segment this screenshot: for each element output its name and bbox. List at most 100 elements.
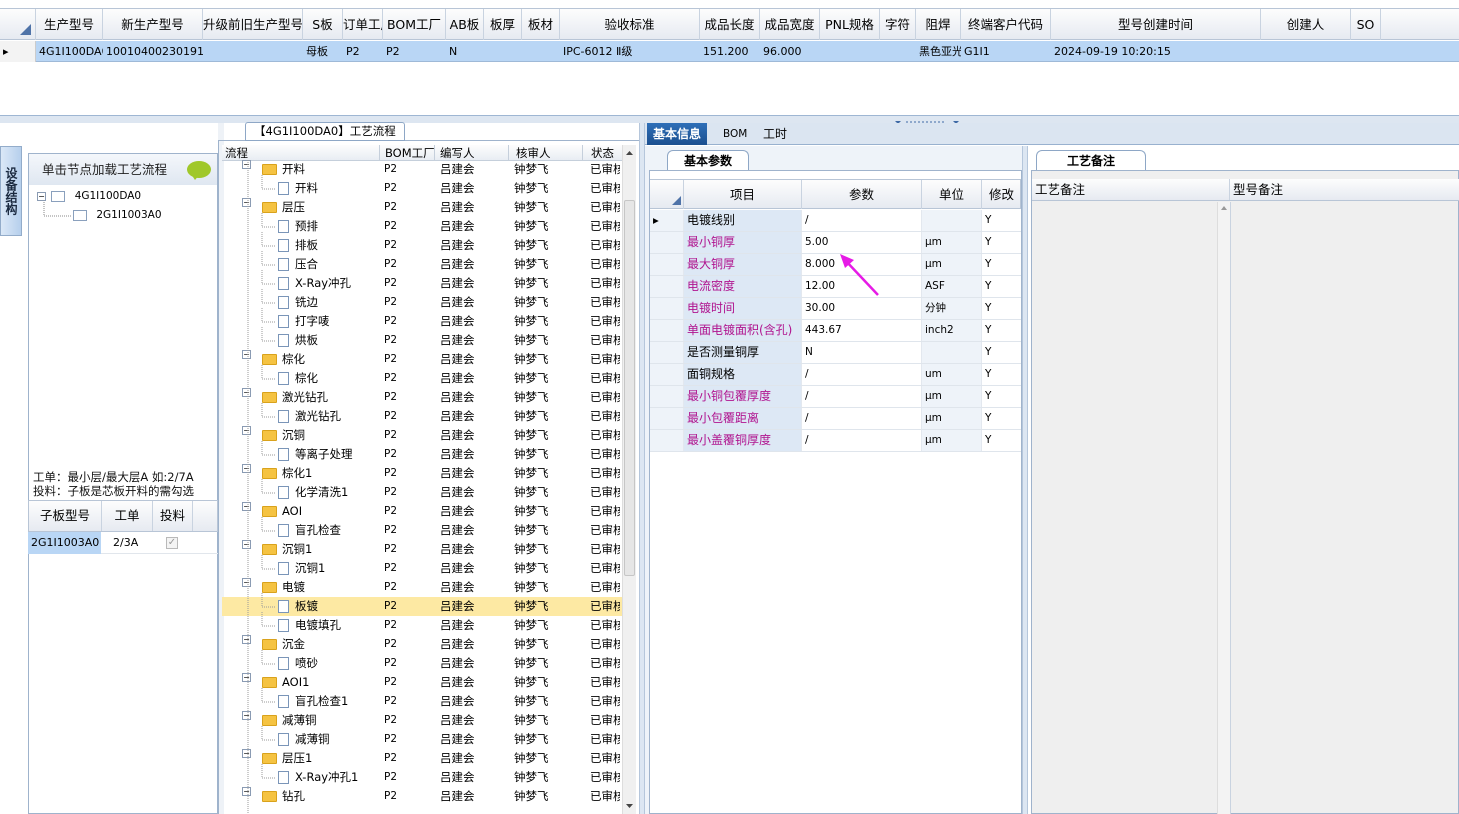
col-param[interactable]: 参数	[802, 180, 922, 209]
process-row[interactable]: − 沉铜1 P2 吕建会 钟梦飞 已审核	[222, 540, 622, 559]
col-sub-model[interactable]: 子板型号	[29, 501, 102, 531]
process-row[interactable]: − 钻孔 P2 吕建会 钟梦飞 已审核	[222, 787, 622, 806]
col-header[interactable]: AB板	[446, 9, 484, 40]
process-row[interactable]: 等离子处理 P2 吕建会 钟梦飞 已审核	[222, 445, 622, 464]
param-row[interactable]: 面铜规格 / um Y	[650, 364, 1021, 386]
process-row[interactable]: 喷砂 P2 吕建会 钟梦飞 已审核	[222, 654, 622, 673]
feed-checkbox[interactable]: ✓	[166, 537, 178, 549]
process-row[interactable]: 电镀填孔 P2 吕建会 钟梦飞 已审核	[222, 616, 622, 635]
process-row[interactable]: 排板 P2 吕建会 钟梦飞 已审核	[222, 236, 622, 255]
process-row[interactable]: − 沉铜 P2 吕建会 钟梦飞 已审核	[222, 426, 622, 445]
param-value[interactable]: N	[802, 342, 922, 363]
col-order[interactable]: 工单	[102, 501, 153, 531]
process-row[interactable]: X-Ray冲孔 P2 吕建会 钟梦飞 已审核	[222, 274, 622, 293]
col-header[interactable]: BOM工厂	[383, 9, 446, 40]
col-header[interactable]: S板	[303, 9, 343, 40]
process-row[interactable]: 沉铜1 P2 吕建会 钟梦飞 已审核	[222, 559, 622, 578]
note-scrollbar[interactable]	[1217, 202, 1230, 814]
process-row[interactable]: 开料 P2 吕建会 钟梦飞 已审核	[222, 179, 622, 198]
col-header[interactable]: SO	[1351, 9, 1381, 40]
scroll-down-icon[interactable]	[623, 800, 637, 812]
collapse-icon[interactable]: −	[37, 191, 46, 201]
process-row[interactable]: − 层压 P2 吕建会 钟梦飞 已审核	[222, 198, 622, 217]
col-header[interactable]: 型号创建时间	[1051, 9, 1261, 40]
process-row[interactable]: 盲孔检查 P2 吕建会 钟梦飞 已审核	[222, 521, 622, 540]
param-row[interactable]: 最小铜包覆厚度 / μm Y	[650, 386, 1021, 408]
col-process-note[interactable]: 工艺备注	[1032, 179, 1230, 200]
tree-node-root[interactable]: − 4G1I100DA0	[37, 190, 141, 202]
param-row[interactable]: ▸ 电镀线别 / Y	[650, 210, 1021, 232]
col-header[interactable]: 板材	[522, 9, 560, 40]
process-row[interactable]: 压合 P2 吕建会 钟梦飞 已审核	[222, 255, 622, 274]
col-flow[interactable]: 流程	[222, 145, 380, 161]
right-splitter[interactable]	[1022, 146, 1028, 814]
param-row[interactable]: 单面电镀面积(含孔) 443.67 inch2 Y	[650, 320, 1021, 342]
col-bom-factory[interactable]: BOM工厂	[380, 145, 435, 161]
process-row[interactable]: 减薄铜 P2 吕建会 钟梦飞 已审核	[222, 730, 622, 749]
process-row[interactable]: − 层压1 P2 吕建会 钟梦飞 已审核	[222, 749, 622, 768]
param-value[interactable]: 30.00	[802, 298, 922, 319]
process-row[interactable]: 打字唛 P2 吕建会 钟梦飞 已审核	[222, 312, 622, 331]
process-row[interactable]: 铣边 P2 吕建会 钟梦飞 已审核	[222, 293, 622, 312]
col-header[interactable]: 字符	[880, 9, 916, 40]
process-row[interactable]: − 激光钻孔 P2 吕建会 钟梦飞 已审核	[222, 388, 622, 407]
col-header[interactable]: 新生产型号	[103, 9, 203, 40]
tab-bom[interactable]: BOM	[717, 123, 753, 145]
param-value[interactable]: /	[802, 386, 922, 407]
process-row[interactable]: − 减薄铜 P2 吕建会 钟梦飞 已审核	[222, 711, 622, 730]
param-value[interactable]: 443.67	[802, 320, 922, 341]
col-feed[interactable]: 投料	[153, 501, 193, 531]
col-header[interactable]: 阻焊	[916, 9, 961, 40]
param-row[interactable]: 电镀时间 30.00 分钟 Y	[650, 298, 1021, 320]
scroll-up-icon[interactable]	[623, 147, 637, 159]
process-row[interactable]: 预排 P2 吕建会 钟梦飞 已审核	[222, 217, 622, 236]
process-row[interactable]: − 电镀 P2 吕建会 钟梦飞 已审核	[222, 578, 622, 597]
params-corner[interactable]	[650, 180, 684, 209]
param-value[interactable]: /	[802, 364, 922, 385]
table-row[interactable]: ▸ 4G1I100DA0 10010400230191 母板 P2 P2 N IPC-601…	[0, 41, 1459, 62]
splitter[interactable]	[0, 116, 1459, 124]
param-value[interactable]: /	[802, 408, 922, 429]
col-header[interactable]: 终端客户代码	[961, 9, 1051, 40]
process-row[interactable]: − 开料 P2 吕建会 钟梦飞 已审核	[222, 160, 622, 179]
col-model-note[interactable]: 型号备注	[1230, 179, 1459, 200]
tab-device-structure[interactable]: 设备结构	[0, 146, 22, 236]
param-row[interactable]: 最小盖覆铜厚度 / μm Y	[650, 430, 1021, 452]
col-writer[interactable]: 编写人	[435, 145, 509, 161]
param-row[interactable]: 最小包覆距离 / μm Y	[650, 408, 1021, 430]
col-header[interactable]: 订单工厂	[343, 9, 383, 40]
col-header[interactable]: 成品长度	[700, 9, 760, 40]
col-header[interactable]: PNL规格	[820, 9, 880, 40]
process-row[interactable]: 盲孔检查1 P2 吕建会 钟梦飞 已审核	[222, 692, 622, 711]
grid-corner[interactable]	[0, 9, 36, 40]
param-value[interactable]: /	[802, 210, 922, 231]
process-row[interactable]: − 棕化1 P2 吕建会 钟梦飞 已审核	[222, 464, 622, 483]
col-header[interactable]: 生产型号	[36, 9, 103, 40]
col-header[interactable]: 板厚	[484, 9, 522, 40]
col-edit[interactable]: 修改	[982, 180, 1021, 209]
param-value[interactable]: /	[802, 430, 922, 451]
process-row[interactable]: − 沉金 P2 吕建会 钟梦飞 已审核	[222, 635, 622, 654]
col-header[interactable]: 成品宽度	[760, 9, 820, 40]
scroll-thumb[interactable]	[624, 200, 635, 576]
process-row[interactable]: X-Ray冲孔1 P2 吕建会 钟梦飞 已审核	[222, 768, 622, 787]
process-row[interactable]: 烘板 P2 吕建会 钟梦飞 已审核	[222, 331, 622, 350]
tab-work-hours[interactable]: 工时	[757, 123, 793, 145]
process-row[interactable]: − 棕化 P2 吕建会 钟梦飞 已审核	[222, 350, 622, 369]
col-unit[interactable]: 单位	[922, 180, 982, 209]
process-row[interactable]: 板镀 P2 吕建会 钟梦飞 已审核	[222, 597, 622, 616]
tree-node-child[interactable]: 2G1I1003A0	[73, 209, 162, 221]
process-row[interactable]: − AOI P2 吕建会 钟梦飞 已审核	[222, 502, 622, 521]
col-status[interactable]: 状态	[583, 145, 622, 161]
col-reviewer[interactable]: 核审人	[509, 145, 583, 161]
col-header[interactable]: 验收标准	[560, 9, 700, 40]
table-row[interactable]: 2G1I1003A0 2/3A ✓	[28, 532, 218, 554]
process-row[interactable]: 化学清洗1 P2 吕建会 钟梦飞 已审核	[222, 483, 622, 502]
col-header[interactable]: 创建人	[1261, 9, 1351, 40]
param-row[interactable]: 是否测量铜厚 N Y	[650, 342, 1021, 364]
process-row[interactable]: 激光钻孔 P2 吕建会 钟梦飞 已审核	[222, 407, 622, 426]
process-row[interactable]: − AOI1 P2 吕建会 钟梦飞 已审核	[222, 673, 622, 692]
process-scrollbar[interactable]	[622, 145, 636, 814]
process-row[interactable]: 棕化 P2 吕建会 钟梦飞 已审核	[222, 369, 622, 388]
tab-basic-info[interactable]: 基本信息	[647, 123, 708, 145]
